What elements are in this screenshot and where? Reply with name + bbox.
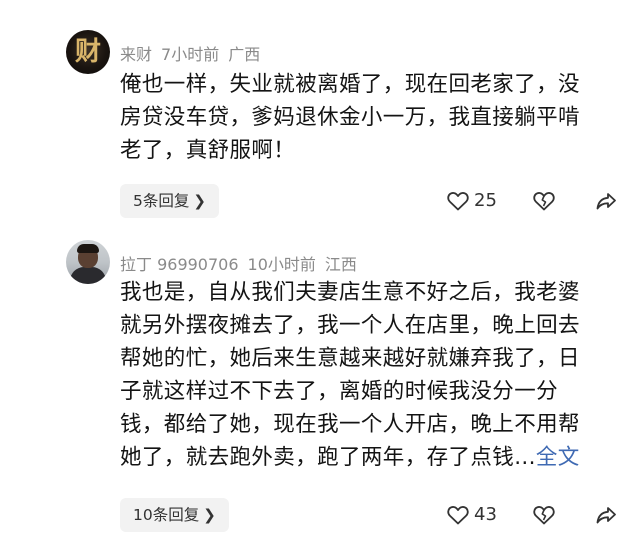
chevron-right-icon: ❯: [203, 506, 216, 524]
comment-text-line: 就另外摆夜摊去了，我一个人在店里，晚上回去: [120, 313, 580, 338]
replies-button[interactable]: 10条回复 ❯: [120, 498, 229, 532]
comment-text[interactable]: 俺也一样，失业就被离婚了，现在回老家了，没 房贷没车贷，爹妈退休金小一万，我直接…: [120, 68, 620, 167]
replies-label: 5条回复: [133, 192, 190, 210]
share-icon[interactable]: [594, 189, 618, 213]
timestamp: 7小时前: [161, 45, 220, 64]
chevron-right-icon: ❯: [193, 192, 206, 210]
replies-button[interactable]: 5条回复 ❯: [120, 184, 219, 218]
comment-text-line-last: 她了，就去跑外卖，跑了两年，存了点钱...全文: [120, 441, 620, 474]
heart-icon[interactable]: [446, 503, 470, 527]
share-icon[interactable]: [594, 503, 618, 527]
like-count: 43: [474, 504, 497, 525]
comment-actions: 43: [440, 498, 630, 532]
comment-text-line: 帮她的忙，她后来生意越来越好就嫌弃我了，日: [120, 346, 580, 371]
comment-text-tail: 她了，就去跑外卖，跑了两年，存了点钱...: [120, 445, 536, 470]
comment-text-line: 俺也一样，失业就被离婚了，现在回老家了，没: [120, 72, 580, 97]
avatar[interactable]: [66, 240, 110, 284]
comment-text-line: 钱，都给了她，现在我一个人开店，晚上不用帮: [120, 412, 580, 437]
comment-text-line: 我也是，自从我们夫妻店生意不好之后，我老婆: [120, 280, 580, 305]
broken-heart-icon[interactable]: [532, 503, 556, 527]
comment-text-line: 子就这样过不下去了，离婚的时候我没分一分: [120, 379, 559, 404]
like-count: 25: [474, 190, 497, 211]
avatar-glyph: 财: [74, 37, 101, 67]
avatar[interactable]: 财: [66, 30, 110, 74]
avatar-figure-hair: [77, 244, 99, 253]
location: 广西: [228, 45, 261, 64]
location: 江西: [324, 255, 357, 274]
replies-label: 10条回复: [133, 506, 200, 524]
timestamp: 10小时前: [247, 255, 316, 274]
broken-heart-icon[interactable]: [532, 189, 556, 213]
avatar-figure-body: [70, 267, 106, 284]
comment-meta: 来财 7小时前 广西: [120, 41, 269, 65]
comment-actions: 25: [440, 184, 630, 218]
username[interactable]: 来财: [120, 45, 152, 64]
username[interactable]: 拉丁 96990706: [120, 255, 239, 274]
expand-full-text-link[interactable]: 全文: [536, 445, 580, 470]
heart-icon[interactable]: [446, 189, 470, 213]
comment-text-line: 房贷没车贷，爹妈退休金小一万，我直接躺平啃: [120, 105, 580, 130]
comment-meta: 拉丁 96990706 10小时前 江西: [120, 251, 366, 275]
comment-text-line: 老了，真舒服啊！: [120, 138, 296, 163]
comment-text[interactable]: 我也是，自从我们夫妻店生意不好之后，我老婆 就另外摆夜摊去了，我一个人在店里，晚…: [120, 276, 620, 474]
